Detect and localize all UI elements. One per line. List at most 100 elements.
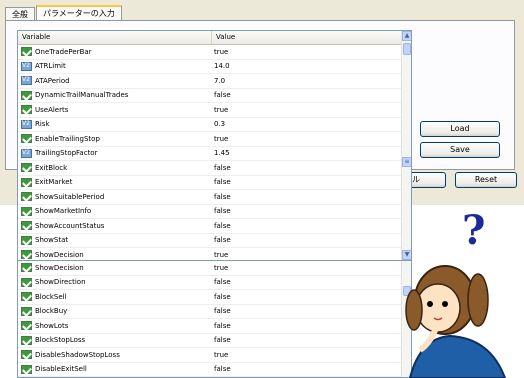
parameter-row[interactable]: ExitBlock false — [18, 161, 411, 176]
reset-button-label: Reset — [474, 175, 498, 184]
parameter-row[interactable]: TrailingStopFactor 1.45 — [18, 147, 411, 161]
checkmark-green-icon — [21, 306, 32, 316]
checkmark-green-icon — [21, 192, 32, 202]
variable-name: TrailingStopFactor — [35, 149, 98, 158]
load-button-label: Load — [450, 124, 470, 133]
variable-value[interactable]: false — [210, 91, 231, 99]
parameter-row[interactable]: ShowStat false — [18, 234, 411, 248]
variable-name: ExitBlock — [35, 163, 68, 172]
variable-value[interactable]: false — [210, 322, 231, 330]
parameter-row[interactable]: ShowMarketInfo false — [18, 205, 411, 219]
variable-value[interactable]: false — [210, 178, 231, 186]
checkmark-green-icon — [21, 163, 32, 173]
variable-name: ExitMarket — [35, 178, 73, 187]
variable-name: ShowSuitablePeriod — [35, 192, 105, 201]
parameter-row[interactable]: UseAlerts true — [18, 103, 411, 118]
checkmark-green-icon — [21, 177, 32, 187]
load-button[interactable]: Load — [420, 121, 500, 137]
checkmark-green-icon — [21, 321, 32, 331]
variable-name: EnableTrailingStop — [35, 134, 100, 143]
tab-bar: 全般 パラメーターの入力 — [5, 5, 123, 21]
checkmark-green-icon — [21, 134, 32, 144]
tab-general[interactable]: 全般 — [5, 7, 35, 20]
checkmark-green-icon — [21, 47, 32, 57]
variable-value[interactable]: false — [210, 365, 231, 373]
parameter-row[interactable]: ShowDecision true — [18, 248, 411, 260]
variable-value[interactable]: true — [210, 251, 228, 259]
parameter-row[interactable]: BlockBuy false — [18, 305, 411, 319]
parameter-row[interactable]: ATAPeriod 7.0 — [18, 74, 411, 89]
checkmark-green-icon — [21, 206, 32, 216]
parameter-row[interactable]: ShowDirection false — [18, 276, 411, 290]
variable-name: BlockBuy — [35, 307, 68, 316]
parameter-row[interactable]: DynamicTrailManualTrades false — [18, 89, 411, 103]
variable-name: Risk — [35, 120, 50, 129]
v2-number-icon — [21, 76, 32, 86]
variable-value[interactable]: 14.0 — [210, 62, 230, 70]
parameter-row[interactable]: BlockStopLoss false — [18, 334, 411, 348]
checkmark-green-icon — [21, 350, 32, 360]
parameter-row[interactable]: OneTradePerBar true — [18, 45, 411, 60]
variable-value[interactable]: false — [210, 193, 231, 201]
variable-value[interactable]: false — [210, 307, 231, 315]
v2-number-icon — [21, 61, 32, 71]
variable-name: DisableExitSell — [35, 365, 87, 374]
v2-number-icon — [21, 148, 32, 158]
parameter-row[interactable]: ATRLimit 14.0 — [18, 60, 411, 74]
variable-name: UseAlerts — [35, 105, 69, 114]
variable-value[interactable]: false — [210, 164, 231, 172]
save-button[interactable]: Save — [420, 142, 500, 158]
variable-value[interactable]: true — [210, 48, 228, 56]
checkmark-green-icon — [21, 105, 32, 115]
checkmark-green-icon — [21, 250, 32, 260]
variable-value[interactable]: 0.3 — [210, 120, 225, 128]
parameter-row[interactable]: ShowLots false — [18, 319, 411, 334]
parameter-row[interactable]: BlockSell false — [18, 290, 411, 305]
column-value[interactable]: Value — [212, 31, 402, 44]
variable-name: BlockStopLoss — [35, 336, 86, 345]
column-variable[interactable]: Variable — [18, 31, 212, 44]
variable-value[interactable]: false — [210, 336, 231, 344]
variable-name: ShowMarketInfo — [35, 207, 92, 216]
confused-girl-illustration: ? — [405, 207, 507, 378]
parameter-grid: Variable Value OneTradePerBar true ATRLimi… — [17, 30, 412, 261]
variable-value[interactable]: 7.0 — [210, 77, 225, 85]
checkmark-green-icon — [21, 277, 32, 287]
variable-name: BlockSell — [35, 292, 67, 301]
checkmark-green-icon — [21, 221, 32, 231]
scroll-mid-arrow-icon[interactable]: ≡ — [402, 157, 411, 167]
variable-value[interactable]: true — [210, 351, 228, 359]
variable-value[interactable]: false — [210, 207, 231, 215]
variable-name: DisableShadowStopLoss — [35, 350, 120, 359]
variable-name: ShowStat — [35, 236, 69, 245]
checkmark-green-icon — [21, 364, 32, 374]
grid-header: Variable Value — [18, 31, 411, 45]
variable-value[interactable]: false — [210, 293, 231, 301]
parameter-row[interactable]: ShowDecision true — [18, 261, 411, 276]
parameter-row[interactable]: DisableExitSell false — [18, 363, 411, 377]
variable-value[interactable]: true — [210, 135, 228, 143]
parameter-row[interactable]: ExitMarket false — [18, 176, 411, 190]
save-button-label: Save — [450, 145, 470, 154]
parameter-row[interactable]: ShowAccountStatus false — [18, 219, 411, 234]
variable-name: OneTradePerBar — [35, 47, 92, 56]
variable-name: ShowDecision — [35, 250, 84, 259]
variable-value[interactable]: false — [210, 278, 231, 286]
parameter-row[interactable]: EnableTrailingStop true — [18, 132, 411, 147]
scroll-thumb[interactable] — [403, 43, 411, 55]
variable-value[interactable]: 1.45 — [210, 149, 230, 157]
variable-value[interactable]: true — [210, 264, 228, 272]
variable-name: ShowDirection — [35, 278, 86, 287]
checkmark-green-icon — [21, 335, 32, 345]
parameter-row[interactable]: ShowSuitablePeriod false — [18, 190, 411, 205]
tab-input-parameters[interactable]: パラメーターの入力 — [36, 5, 122, 20]
v2-number-icon — [21, 119, 32, 129]
parameter-row[interactable]: Risk 0.3 — [18, 118, 411, 132]
variable-value[interactable]: true — [210, 106, 228, 114]
parameter-row[interactable]: DisableShadowStopLoss true — [18, 348, 411, 363]
scroll-up-arrow-icon[interactable]: ▲ — [402, 31, 411, 41]
checkmark-green-icon — [21, 235, 32, 245]
variable-value[interactable]: false — [210, 222, 231, 230]
reset-button[interactable]: Reset — [455, 172, 517, 188]
variable-value[interactable]: false — [210, 236, 231, 244]
